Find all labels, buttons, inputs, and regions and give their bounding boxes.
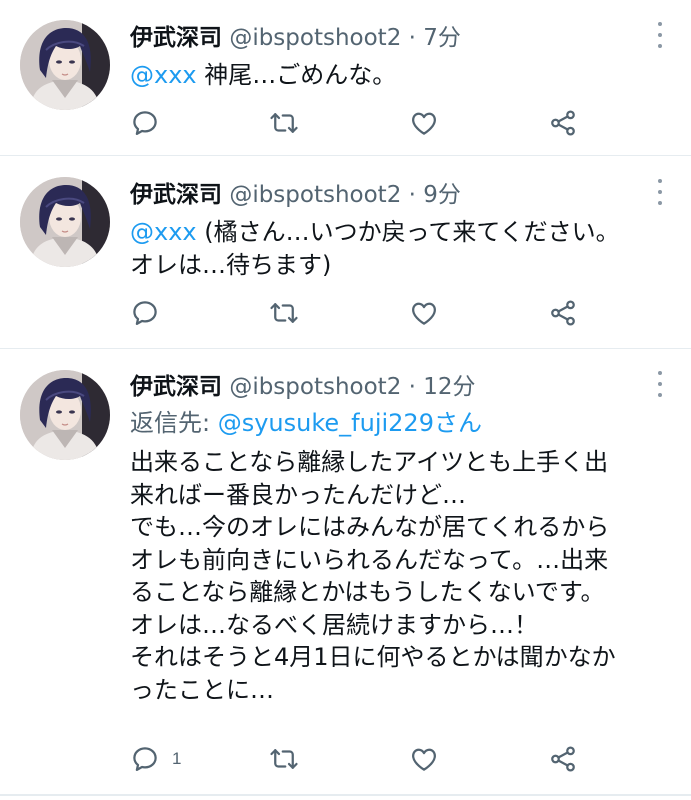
user-handle[interactable]: @ibspotshoot2 (229, 182, 401, 208)
reply-icon (130, 744, 160, 774)
action-bar (130, 298, 600, 328)
tweet[interactable]: 伊武深司 @ibspotshoot2 · 9分 @xxx (橘さん…いつか戻って… (0, 156, 691, 349)
more-icon[interactable] (655, 371, 665, 397)
separator: · (408, 374, 416, 400)
retweet-button[interactable] (269, 298, 299, 328)
avatar[interactable] (20, 370, 110, 460)
reply-icon (130, 108, 160, 138)
display-name[interactable]: 伊武深司 (130, 182, 222, 208)
mention-link[interactable]: @xxx (130, 218, 197, 246)
separator: · (408, 25, 416, 51)
share-button[interactable] (548, 744, 578, 774)
more-icon[interactable] (655, 22, 665, 48)
tweet-text: @xxx 神尾…ごめんな。 (130, 59, 661, 92)
reply-to-label: 返信先: (130, 409, 218, 437)
user-handle[interactable]: @ibspotshoot2 (229, 25, 401, 51)
tweet-text-content: (橘さん…いつか戻って来てください。 オレは…待ちます) (130, 218, 620, 279)
reply-button[interactable]: 1 (130, 744, 181, 774)
timestamp[interactable]: 12分 (423, 374, 475, 400)
display-name[interactable]: 伊武深司 (130, 374, 222, 400)
action-bar (130, 108, 600, 138)
share-button[interactable] (548, 298, 578, 328)
reply-button[interactable] (130, 298, 172, 328)
tweet-header: 伊武深司 @ibspotshoot2 · 9分 (130, 179, 461, 211)
avatar[interactable] (20, 177, 110, 267)
like-button[interactable] (409, 108, 439, 138)
retweet-icon (269, 744, 299, 774)
retweet-button[interactable] (269, 744, 299, 774)
divider (0, 794, 691, 796)
action-bar: 1 (130, 744, 600, 774)
tweet-text: @xxx (橘さん…いつか戻って来てください。 オレは…待ちます) (130, 216, 661, 281)
like-icon (409, 108, 439, 138)
tweet-text-content: 神尾…ごめんな。 (196, 61, 397, 89)
reply-to-link[interactable]: @syusuke_fuji229さん (218, 409, 482, 437)
separator: · (408, 182, 416, 208)
like-icon (409, 744, 439, 774)
retweet-icon (269, 298, 299, 328)
share-button[interactable] (548, 108, 578, 138)
tweet-header: 伊武深司 @ibspotshoot2 · 12分 (130, 371, 476, 403)
reply-count: 1 (172, 749, 182, 768)
retweet-button[interactable] (269, 108, 299, 138)
tweet[interactable]: 伊武深司 @ibspotshoot2 · 7分 @xxx 神尾…ごめんな。 (0, 0, 691, 156)
timestamp[interactable]: 7分 (423, 25, 461, 51)
reply-to-line: 返信先: @syusuke_fuji229さん (130, 407, 661, 440)
like-button[interactable] (409, 744, 439, 774)
tweet-header: 伊武深司 @ibspotshoot2 · 7分 (130, 22, 461, 54)
display-name[interactable]: 伊武深司 (130, 25, 222, 51)
mention-link[interactable]: @xxx (130, 61, 197, 89)
share-icon (548, 298, 578, 328)
reply-button[interactable] (130, 108, 172, 138)
timestamp[interactable]: 9分 (423, 182, 461, 208)
like-icon (409, 298, 439, 328)
tweet-text: 出来ることなら離縁したアイツとも上手く出 来ればー番良かったんだけど… でも…今… (130, 448, 616, 704)
share-icon (548, 744, 578, 774)
more-icon[interactable] (655, 179, 665, 205)
reply-icon (130, 298, 160, 328)
share-icon (548, 108, 578, 138)
retweet-icon (269, 108, 299, 138)
like-button[interactable] (409, 298, 439, 328)
user-handle[interactable]: @ibspotshoot2 (229, 374, 401, 400)
tweet[interactable]: 伊武深司 @ibspotshoot2 · 12分 返信先: @syusuke_f… (0, 349, 691, 794)
avatar[interactable] (20, 20, 110, 110)
